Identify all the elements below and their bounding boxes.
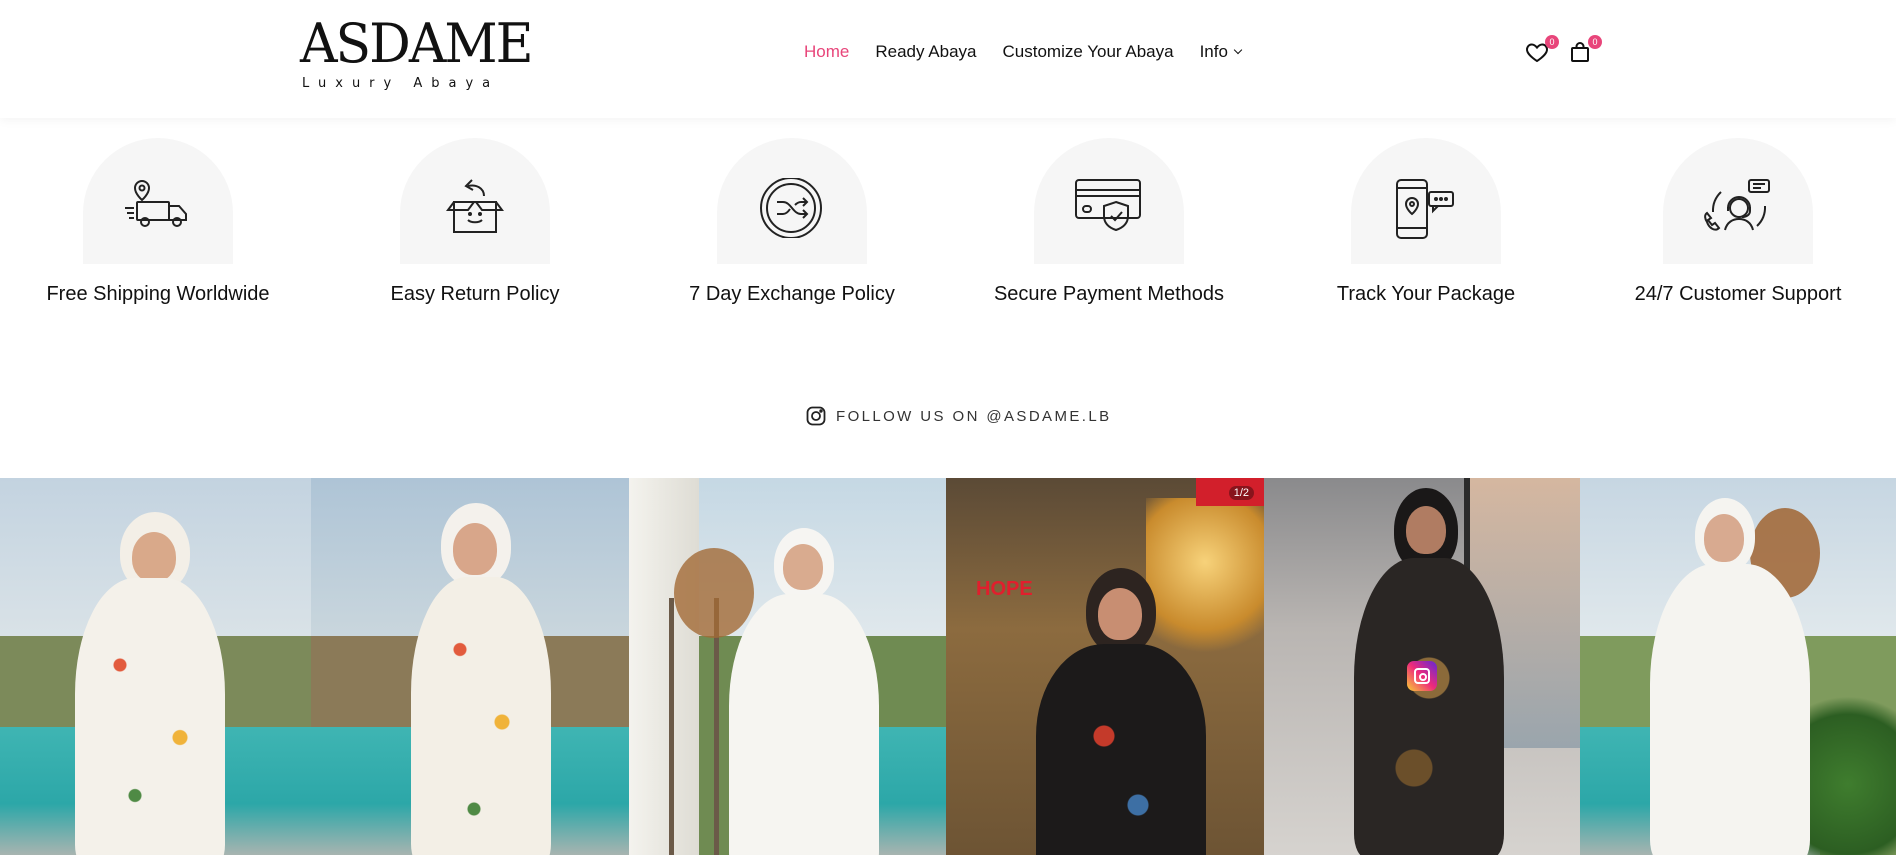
cart-button[interactable]: 0	[1568, 35, 1602, 66]
shuffle-exchange-icon	[760, 178, 822, 238]
main-nav: Home Ready Abaya Customize Your Abaya In…	[804, 42, 1243, 62]
feature-label: Free Shipping Worldwide	[46, 283, 270, 305]
feature-free-shipping: Free Shipping Worldwide	[0, 138, 316, 306]
feature-label: 24/7 Customer Support	[1634, 283, 1842, 305]
nav-ready-abaya[interactable]: Ready Abaya	[875, 42, 976, 62]
wishlist-button[interactable]: 0	[1525, 35, 1559, 66]
return-box-icon	[446, 179, 504, 233]
feature-icon-circle	[1034, 138, 1184, 264]
feature-secure-payment: Secure Payment Methods	[951, 138, 1267, 306]
feature-icon-circle	[717, 138, 867, 264]
instagram-badge-icon	[1407, 661, 1437, 691]
feature-icon-circle	[1663, 138, 1813, 264]
instagram-gallery: HOPE 1/2	[0, 478, 1896, 855]
logo-wordmark: ASDAME	[300, 12, 534, 76]
feature-label: Track Your Package	[1336, 283, 1516, 305]
nav-customize-abaya[interactable]: Customize Your Abaya	[1003, 42, 1174, 62]
secure-card-icon	[1075, 179, 1141, 232]
feature-track-package: Track Your Package	[1268, 138, 1584, 306]
logo[interactable]: ASDAME Luxury Abaya	[300, 13, 534, 94]
instagram-icon	[806, 406, 826, 426]
wishlist-count-badge: 0	[1545, 35, 1559, 49]
nav-home[interactable]: Home	[804, 42, 849, 62]
feature-exchange-policy: 7 Day Exchange Policy	[634, 138, 950, 306]
gallery-image-1[interactable]	[0, 478, 311, 855]
nav-info[interactable]: Info	[1199, 42, 1243, 62]
cart-count-badge: 0	[1588, 35, 1602, 49]
feature-label: Secure Payment Methods	[993, 283, 1225, 305]
feature-easy-return: Easy Return Policy	[317, 138, 633, 306]
follow-text: FOLLOW US ON @ASDAME.LB	[836, 407, 1112, 425]
carousel-counter: 1/2	[1228, 486, 1254, 500]
feature-label: Easy Return Policy	[390, 283, 560, 305]
gallery-image-6[interactable]	[1580, 478, 1896, 855]
feature-label: 7 Day Exchange Policy	[689, 283, 895, 305]
feature-icon-circle	[400, 138, 550, 264]
site-header: ASDAME Luxury Abaya Home Ready Abaya Cus…	[0, 0, 1896, 118]
feature-icon-circle	[83, 138, 233, 264]
feature-customer-support: 24/7 Customer Support	[1580, 138, 1896, 306]
logo-tagline: Luxury Abaya	[302, 76, 500, 91]
gallery-image-2[interactable]	[311, 478, 629, 855]
phone-location-icon	[1396, 179, 1454, 239]
nav-info-label: Info	[1199, 42, 1228, 61]
feature-icon-circle	[1351, 138, 1501, 264]
delivery-truck-icon	[125, 180, 187, 227]
customer-support-icon	[1704, 179, 1770, 231]
gallery-image-3[interactable]	[629, 478, 946, 855]
gallery-image-5[interactable]	[1264, 478, 1580, 855]
gallery-image-4[interactable]: HOPE 1/2	[946, 478, 1264, 855]
instagram-follow-link[interactable]: FOLLOW US ON @ASDAME.LB	[806, 406, 1111, 426]
chevron-down-icon	[1233, 45, 1243, 55]
